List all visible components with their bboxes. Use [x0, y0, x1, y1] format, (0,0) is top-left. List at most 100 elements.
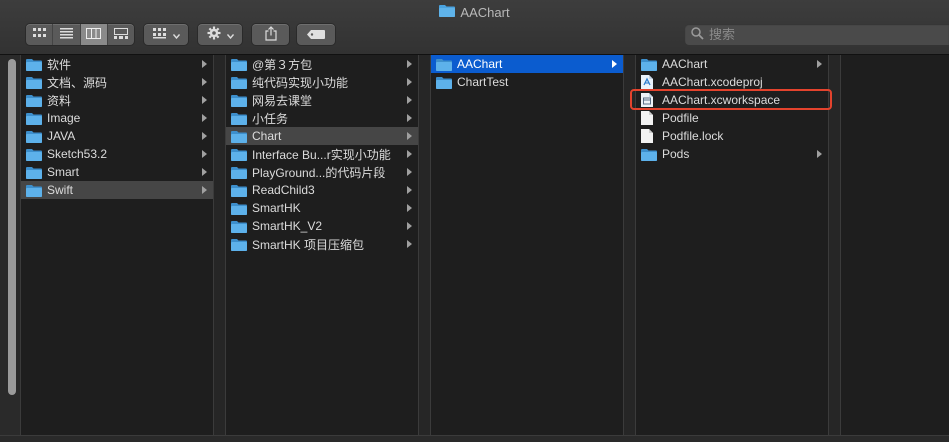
disclosure-arrow-icon	[202, 132, 207, 140]
item-label: JAVA	[47, 129, 76, 143]
folder-row[interactable]: SmartHK	[226, 199, 418, 217]
file-row[interactable]: Podfile	[636, 109, 828, 127]
action-button[interactable]	[198, 24, 242, 45]
folder-row[interactable]: Swift	[21, 181, 213, 199]
file-row[interactable]: Podfile.lock	[636, 127, 828, 145]
folder-row[interactable]: 软件	[21, 55, 213, 73]
folder-icon	[641, 147, 657, 161]
folder-row[interactable]: @第３方包	[226, 55, 418, 73]
folder-row[interactable]: SmartHK 项目压缩包	[226, 235, 418, 253]
list-view-icon	[59, 27, 73, 42]
column-view-icon	[86, 27, 102, 42]
disclosure-arrow-icon	[202, 114, 207, 122]
view-mode-control	[26, 24, 134, 45]
disclosure-arrow-icon	[407, 168, 412, 176]
item-label: Swift	[47, 183, 74, 197]
window-toolbar: AAChart	[0, 0, 949, 55]
disclosure-arrow-icon	[202, 150, 207, 158]
disclosure-arrow-icon	[202, 60, 207, 68]
search-field[interactable]	[685, 24, 949, 45]
column-gutter	[829, 55, 841, 435]
folder-icon	[439, 4, 456, 20]
sidebar-edge	[0, 55, 21, 435]
item-label: 文档、源码	[47, 75, 108, 90]
folder-icon	[436, 57, 452, 71]
arrange-button[interactable]	[144, 24, 188, 45]
gallery-view-icon	[113, 27, 128, 42]
item-label: Podfile.lock	[662, 129, 724, 143]
item-label: Chart	[252, 129, 282, 143]
folder-icon	[26, 75, 42, 89]
disclosure-arrow-icon	[407, 114, 412, 122]
disclosure-arrow-icon	[407, 186, 412, 194]
disclosure-arrow-icon	[407, 78, 412, 86]
folder-row[interactable]: ReadChild3	[226, 181, 418, 199]
folder-row[interactable]: Pods	[636, 145, 828, 163]
folder-icon	[231, 147, 247, 161]
search-input[interactable]	[709, 27, 909, 42]
tags-button[interactable]	[297, 24, 335, 45]
disclosure-arrow-icon	[202, 78, 207, 86]
folder-row[interactable]: 纯代码实现小功能	[226, 73, 418, 91]
gallery-view-button[interactable]	[108, 24, 134, 45]
item-label: 纯代码实现小功能	[252, 75, 349, 90]
item-label: AAChart.xcodeproj	[662, 75, 763, 89]
column-gutter	[419, 55, 431, 435]
sidebar-scrollbar[interactable]	[8, 59, 16, 395]
folder-row[interactable]: Interface Bu...r实现小功能	[226, 145, 418, 163]
column-gutter	[214, 55, 226, 435]
folder-icon	[231, 219, 247, 233]
folder-icon	[436, 75, 452, 89]
icon-view-button[interactable]	[26, 24, 54, 45]
item-label: SmartHK	[252, 201, 301, 215]
search-icon	[691, 26, 704, 43]
folder-row[interactable]: AAChart	[636, 55, 828, 73]
disclosure-arrow-icon	[817, 60, 822, 68]
folder-row[interactable]: 小任务	[226, 109, 418, 127]
arrange-grid-icon	[152, 27, 167, 42]
share-icon	[264, 25, 277, 44]
column-browser: 软件文档、源码 资料 Image JAVA Sketch53.2 Smart Swift @…	[0, 55, 949, 435]
folder-icon	[231, 129, 247, 143]
folder-row[interactable]: AAChart	[431, 55, 623, 73]
disclosure-arrow-icon	[407, 150, 412, 158]
folder-row[interactable]: SmartHK_V2	[226, 217, 418, 235]
folder-row[interactable]: ChartTest	[431, 73, 623, 91]
gear-icon	[207, 26, 221, 43]
disclosure-arrow-icon	[407, 222, 412, 230]
column-view-button[interactable]	[80, 24, 108, 45]
item-label: Image	[47, 111, 81, 125]
folder-icon	[26, 147, 42, 161]
item-label: SmartHK 项目压缩包	[252, 237, 365, 252]
disclosure-arrow-icon	[407, 132, 412, 140]
folder-row[interactable]: 文档、源码	[21, 73, 213, 91]
item-label: 软件	[47, 57, 72, 72]
folder-icon	[26, 129, 42, 143]
folder-row[interactable]: Smart	[21, 163, 213, 181]
folder-row[interactable]: Chart	[226, 127, 418, 145]
item-label: SmartHK_V2	[252, 219, 323, 233]
folder-icon	[231, 111, 247, 125]
disclosure-arrow-icon	[612, 60, 617, 68]
folder-icon	[231, 165, 247, 179]
document-icon	[641, 129, 657, 143]
browser-column-empty	[841, 55, 949, 435]
folder-row[interactable]: 资料	[21, 91, 213, 109]
disclosure-arrow-icon	[407, 240, 412, 248]
folder-row[interactable]: Sketch53.2	[21, 145, 213, 163]
disclosure-arrow-icon	[407, 60, 412, 68]
list-view-button[interactable]	[53, 24, 81, 45]
folder-row[interactable]: PlayGround...的代码片段	[226, 163, 418, 181]
folder-row[interactable]: 网易去课堂	[226, 91, 418, 109]
share-button[interactable]	[252, 24, 289, 45]
folder-row[interactable]: JAVA	[21, 127, 213, 145]
tag-icon	[307, 28, 325, 42]
item-label: Podfile	[662, 111, 699, 125]
item-label: ChartTest	[457, 75, 509, 89]
chevron-down-icon	[226, 28, 234, 42]
item-label: @第３方包	[252, 57, 313, 72]
item-label: AAChart	[662, 57, 708, 71]
disclosure-arrow-icon	[202, 96, 207, 104]
folder-row[interactable]: Image	[21, 109, 213, 127]
disclosure-arrow-icon	[202, 168, 207, 176]
